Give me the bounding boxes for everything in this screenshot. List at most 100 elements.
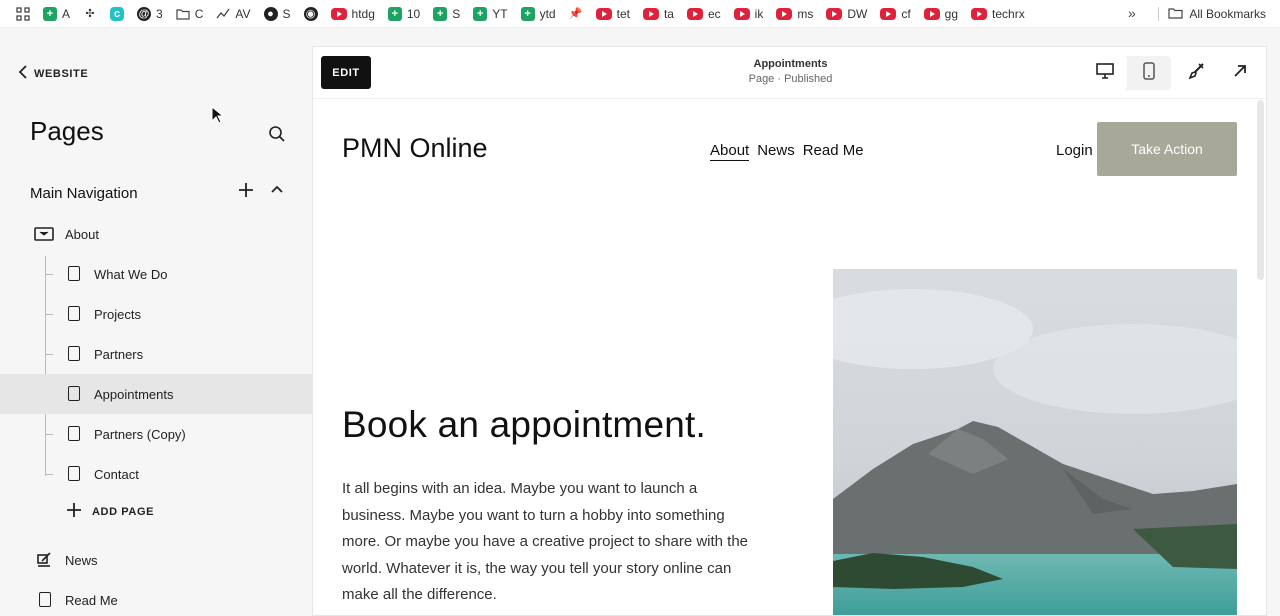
folder-icon xyxy=(1168,7,1183,22)
bookmark-item[interactable]: gg xyxy=(923,7,958,21)
bookmark-item[interactable]: + S xyxy=(433,6,460,21)
sidebar-item-partners-copy[interactable]: Partners (Copy) xyxy=(0,414,312,454)
bookmark-item[interactable]: cf xyxy=(880,7,911,21)
chart-line-icon xyxy=(216,7,230,21)
sidebar-item-label: What We Do xyxy=(94,266,168,282)
chevron-left-icon xyxy=(18,65,28,82)
bookmark-item[interactable]: ◉ xyxy=(303,6,318,21)
blog-icon xyxy=(36,552,52,571)
youtube-icon xyxy=(642,7,659,20)
bookmark-item[interactable]: ms xyxy=(776,7,813,21)
site-nav-news[interactable]: News xyxy=(757,142,795,161)
youtube-icon xyxy=(826,7,843,20)
sidebar-item-label: Projects xyxy=(94,306,141,322)
bookmark-item[interactable]: 📌 xyxy=(569,7,583,21)
page-icon xyxy=(39,592,51,607)
bookmark-item[interactable]: ec xyxy=(686,7,721,21)
bookmark-item[interactable]: + ytd xyxy=(520,6,556,21)
scrollbar[interactable] xyxy=(1257,100,1264,280)
add-page-button[interactable]: ADD PAGE xyxy=(66,502,154,521)
sidebar-item-about[interactable]: About xyxy=(0,214,312,254)
sidebar-item-read-me[interactable]: Read Me xyxy=(0,580,312,616)
youtube-icon xyxy=(595,7,612,20)
device-view-toggle xyxy=(1083,56,1171,90)
puzzle-icon: ✣ xyxy=(85,8,95,20)
sidebar-item-appointments[interactable]: Appointments xyxy=(0,374,312,414)
add-icon[interactable] xyxy=(238,181,254,204)
pages-panel: WEBSITE Pages Main Navigation About What… xyxy=(0,28,312,616)
bookmark-item[interactable]: tet xyxy=(595,7,630,21)
bookmarks-divider xyxy=(1158,7,1159,21)
main-navigation-heading: Main Navigation xyxy=(30,185,138,202)
external-arrow-icon xyxy=(1233,64,1247,83)
hero-image xyxy=(833,269,1237,615)
site-nav-about[interactable]: About xyxy=(710,142,750,161)
bookmark-item[interactable]: + YT xyxy=(473,6,508,21)
bookmark-item[interactable]: techrx xyxy=(971,7,1025,21)
sidebar-item-label: Appointments xyxy=(94,386,174,402)
pages-title: Pages xyxy=(30,116,104,146)
threads-icon: @ xyxy=(137,6,152,21)
sidebar-item-label: Partners xyxy=(94,346,144,362)
hero-body-text: It all begins with an idea. Maybe you wa… xyxy=(342,480,749,603)
editor-toolbar: EDIT Appointments Page · Published xyxy=(313,47,1266,99)
sidebar-item-label: Contact xyxy=(94,466,139,482)
globe-icon: ● xyxy=(263,6,278,21)
bookmark-item[interactable]: C xyxy=(176,7,203,21)
bookmarks-overflow-button[interactable]: » xyxy=(1128,5,1136,21)
editor-area: EDIT Appointments Page · Published PMN O… xyxy=(312,28,1280,616)
site-navigation: About News Read Me xyxy=(710,142,864,161)
sidebar-item-label: Read Me xyxy=(65,592,118,608)
back-to-website-button[interactable]: WEBSITE xyxy=(18,65,88,82)
canva-icon: c xyxy=(110,6,125,21)
sidebar-item-partners[interactable]: Partners xyxy=(0,334,312,374)
sheets-icon: + xyxy=(433,6,448,21)
site-nav-read-me[interactable]: Read Me xyxy=(803,142,864,161)
bookmark-item[interactable]: ta xyxy=(642,7,674,21)
youtube-icon xyxy=(880,7,897,20)
bookmark-item[interactable]: ● S xyxy=(263,6,291,21)
page-icon xyxy=(68,306,80,321)
mobile-icon xyxy=(1143,61,1155,85)
bookmark-item[interactable]: ✣ xyxy=(83,7,97,21)
page-icon xyxy=(68,466,80,481)
sheets-icon: + xyxy=(43,6,57,21)
design-button[interactable] xyxy=(1179,56,1213,90)
bookmark-item[interactable]: + A xyxy=(43,6,70,21)
bookmark-item[interactable]: AV xyxy=(216,7,251,21)
github-icon: ◉ xyxy=(303,6,318,21)
page-icon xyxy=(68,386,80,401)
all-bookmarks-button[interactable]: All Bookmarks xyxy=(1168,0,1266,28)
sheets-icon: + xyxy=(520,6,535,21)
sidebar-item-what-we-do[interactable]: What We Do xyxy=(0,254,312,294)
youtube-icon xyxy=(776,7,793,20)
desktop-icon xyxy=(1096,62,1114,84)
sidebar-item-news[interactable]: News xyxy=(0,540,312,580)
sidebar-item-contact[interactable]: Contact xyxy=(0,454,312,494)
bookmark-item[interactable]: ik xyxy=(733,7,763,21)
desktop-view-button[interactable] xyxy=(1083,56,1127,90)
bookmark-apps[interactable] xyxy=(16,6,30,21)
sidebar-item-projects[interactable]: Projects xyxy=(0,294,312,334)
sidebar-item-label: About xyxy=(65,226,99,242)
youtube-icon xyxy=(686,7,703,20)
sidebar-item-label: Partners (Copy) xyxy=(94,426,186,442)
page-icon xyxy=(68,346,80,361)
bookmark-item[interactable]: +10 xyxy=(387,6,420,21)
open-site-button[interactable] xyxy=(1223,56,1257,90)
youtube-icon xyxy=(330,7,347,20)
login-link[interactable]: Login xyxy=(1056,142,1093,159)
bookmark-item[interactable]: htdg xyxy=(330,7,375,21)
bookmark-item[interactable]: c xyxy=(110,6,125,21)
site-preview: EDIT Appointments Page · Published PMN O… xyxy=(312,46,1267,616)
bookmark-item[interactable]: DW xyxy=(826,7,867,21)
site-title[interactable]: PMN Online xyxy=(342,133,488,164)
chevron-up-icon[interactable] xyxy=(270,183,284,202)
mouse-cursor-icon xyxy=(211,105,225,129)
mobile-view-button[interactable] xyxy=(1127,56,1171,90)
add-icon xyxy=(66,502,82,521)
bookmark-item[interactable]: @3 xyxy=(137,6,163,21)
search-icon[interactable] xyxy=(268,125,286,148)
take-action-button[interactable]: Take Action xyxy=(1097,122,1237,176)
page-icon xyxy=(68,426,80,441)
